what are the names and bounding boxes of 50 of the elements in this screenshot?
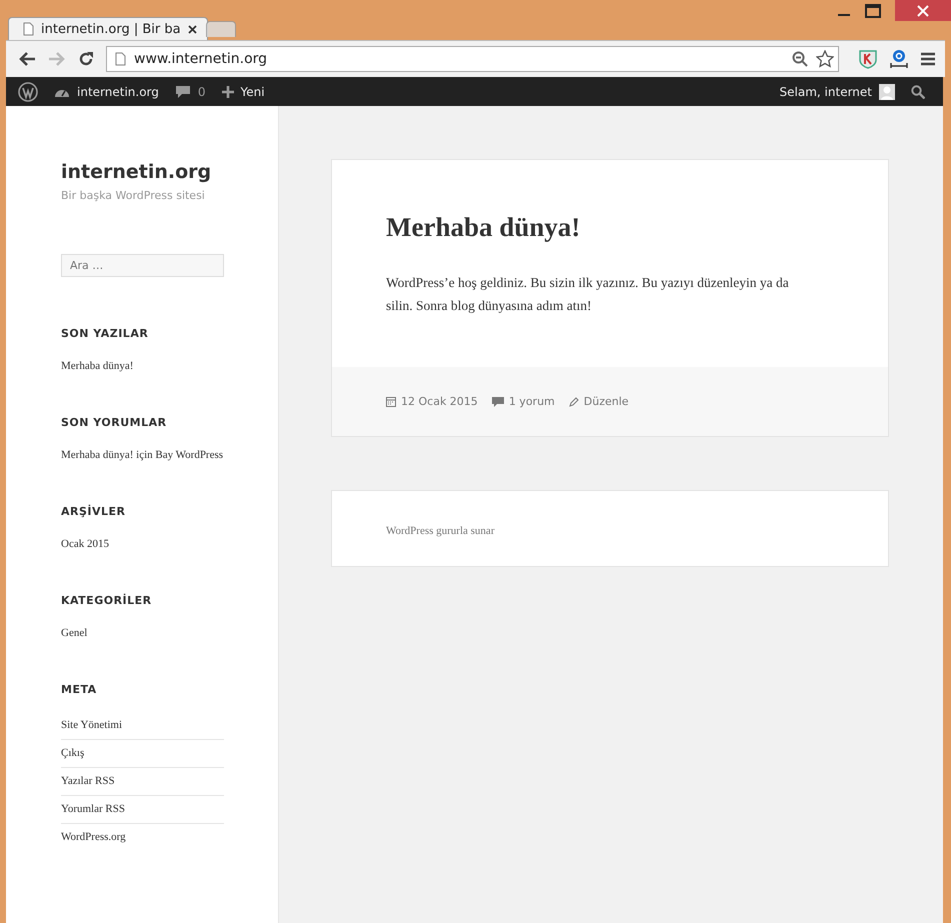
calendar-icon <box>386 396 396 406</box>
widget-title: META <box>61 683 98 696</box>
widget-title: ARŞİVLER <box>61 505 127 518</box>
search-field[interactable]: Ara … <box>61 254 224 277</box>
comments-menu[interactable]: 0 <box>174 84 206 98</box>
reload-icon[interactable] <box>78 51 94 67</box>
widget-title: KATEGORİLER <box>61 594 153 607</box>
widget-link[interactable]: Merhaba dünya! için Bay WordPress <box>61 445 224 465</box>
pencil-icon <box>568 396 579 406</box>
page-icon <box>23 22 34 36</box>
site-menu[interactable]: internetin.org <box>54 84 159 98</box>
browser-tab[interactable]: internetin.org | Bir ba <box>8 17 208 40</box>
account-menu[interactable]: Selam, internet <box>780 84 895 100</box>
widget-link[interactable]: Ocak 2015 <box>61 534 224 554</box>
address-bar[interactable]: www.internetin.org <box>106 46 839 72</box>
shield-icon[interactable] <box>859 49 877 69</box>
widget-link[interactable]: Çıkış <box>61 740 224 768</box>
page-icon <box>115 52 126 66</box>
footer-link[interactable]: WordPress gururla sunar <box>386 525 494 537</box>
comment-icon <box>492 396 504 406</box>
avatar-icon <box>879 84 895 100</box>
widget-link[interactable]: Genel <box>61 623 224 643</box>
wordpress-logo-icon[interactable] <box>18 82 38 102</box>
widget-link[interactable]: Yorumlar RSS <box>61 796 224 824</box>
site-title[interactable]: internetin.org <box>61 161 278 183</box>
search-icon[interactable] <box>911 84 925 98</box>
widget-title: SON YORUMLAR <box>61 416 168 429</box>
widget-title: SON YAZILAR <box>61 327 150 340</box>
star-icon[interactable] <box>816 50 834 68</box>
comment-icon <box>174 84 191 98</box>
widget-link[interactable]: Site Yönetimi <box>61 712 224 740</box>
menu-icon[interactable] <box>921 52 935 66</box>
comments-link[interactable]: 1 yorum <box>492 395 555 408</box>
post-text: WordPress’e hoş geldiniz. Bu sizin ilk yazınız. Bu yazıyı düzenleyin ya da silin. Sonra blog dünyasına adım atın! <box>386 274 790 315</box>
widget-link[interactable]: Merhaba dünya! <box>61 356 224 376</box>
zoom-out-icon[interactable] <box>792 51 808 67</box>
plus-icon <box>222 86 234 98</box>
back-icon[interactable] <box>18 51 36 67</box>
widget-link[interactable]: Yazılar RSS <box>61 768 224 796</box>
maximize-icon[interactable] <box>865 4 881 18</box>
close-icon <box>917 4 929 16</box>
close-icon[interactable] <box>188 24 197 34</box>
close-window-button[interactable] <box>895 0 951 21</box>
new-menu[interactable]: Yeni <box>222 84 265 98</box>
post-title[interactable]: Merhaba dünya! <box>386 212 834 243</box>
extension-icon[interactable] <box>889 49 909 69</box>
post-date-link[interactable]: 12 Ocak 2015 <box>386 395 478 408</box>
site-tagline: Bir başka WordPress sitesi <box>61 189 206 202</box>
edit-link[interactable]: Düzenle <box>568 395 629 408</box>
widget-link[interactable]: WordPress.org <box>61 824 224 851</box>
